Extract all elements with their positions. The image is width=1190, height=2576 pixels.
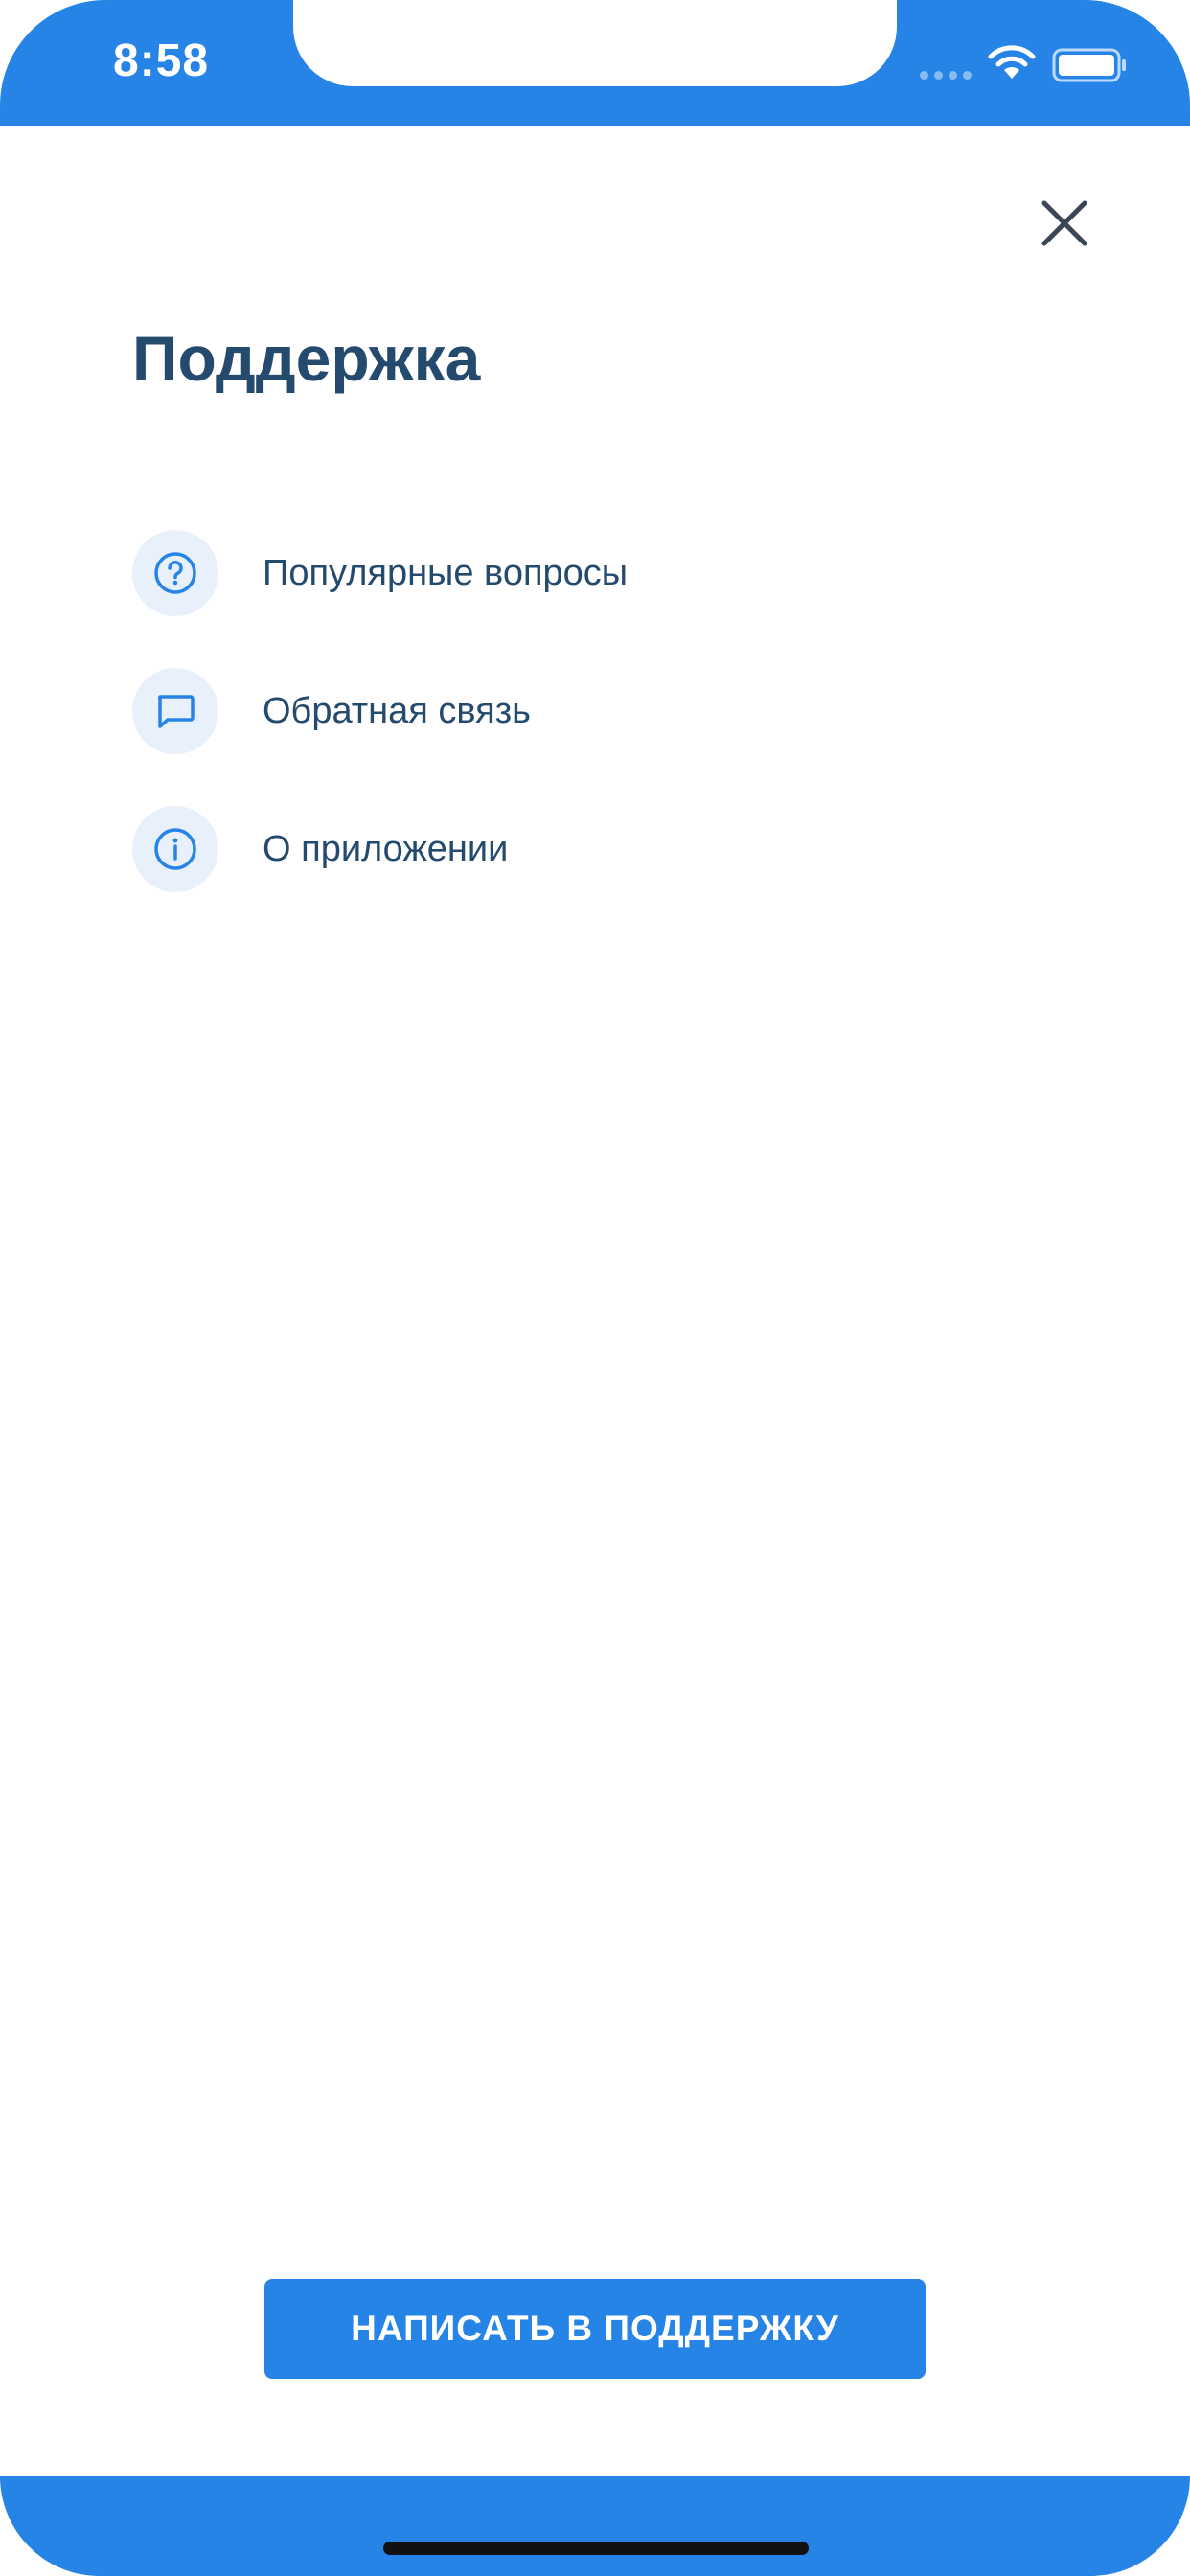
bottom-bar [0, 2476, 1190, 2576]
battery-icon [1052, 48, 1126, 82]
device-notch [293, 0, 897, 86]
menu-item-feedback[interactable]: Обратная связь [132, 667, 1052, 755]
menu-icon-background [132, 806, 218, 892]
wifi-icon [988, 45, 1036, 79]
menu-item-faq[interactable]: Популярные вопросы [132, 529, 1052, 617]
support-menu-list: Популярные вопросы Обратная связь О прил… [132, 529, 1052, 943]
close-icon [1041, 200, 1087, 246]
chat-bubble-icon [157, 695, 195, 728]
support-screen: 8:58 Поддержка Популярные вопросы Обратн… [0, 0, 1190, 2576]
home-indicator[interactable] [383, 2542, 809, 2555]
menu-icon-background [132, 530, 218, 616]
close-button[interactable] [1033, 192, 1096, 255]
menu-item-about[interactable]: О приложении [132, 805, 1052, 893]
signal-icon [920, 71, 972, 80]
write-support-button[interactable]: НАПИСАТЬ В ПОДДЕРЖКУ [264, 2279, 926, 2379]
status-time: 8:58 [113, 35, 210, 86]
menu-item-label: О приложении [263, 828, 509, 869]
menu-item-label: Обратная связь [263, 690, 531, 731]
question-circle-icon [154, 552, 196, 594]
menu-item-label: Популярные вопросы [263, 552, 629, 593]
info-circle-icon [154, 828, 196, 870]
menu-icon-background [132, 668, 218, 754]
page-title: Поддержка [132, 323, 481, 394]
